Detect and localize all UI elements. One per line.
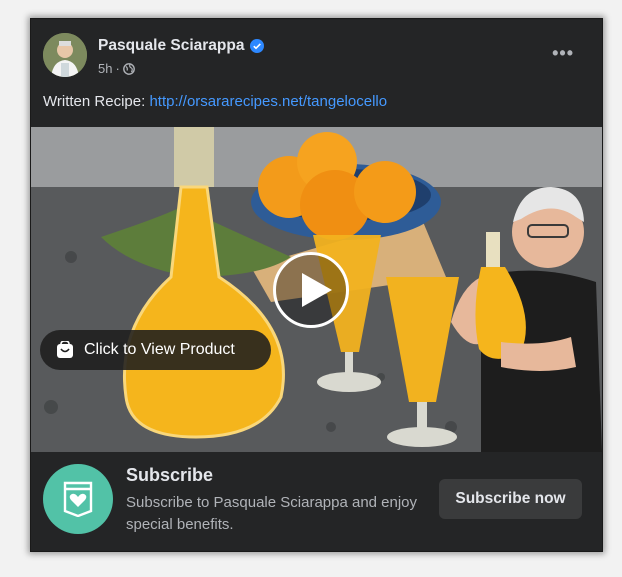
post-caption: Written Recipe: http://orsararecipes.net…: [43, 93, 387, 110]
view-product-button[interactable]: Click to View Product: [40, 330, 271, 370]
subscribe-icon-circle: [43, 464, 113, 534]
play-icon: [302, 273, 332, 307]
author-avatar[interactable]: [43, 33, 87, 77]
shopping-bag-icon: [57, 341, 73, 358]
verified-badge-icon: [250, 39, 265, 53]
author-name-row: Pasquale Sciarappa: [98, 37, 265, 55]
play-button[interactable]: [273, 252, 349, 328]
post-timestamp[interactable]: 5h: [98, 61, 112, 76]
view-product-label: Click to View Product: [84, 341, 235, 358]
recipe-link[interactable]: http://orsararecipes.net/tangelocello: [149, 93, 387, 110]
more-options-icon[interactable]: •••: [552, 43, 574, 64]
author-name[interactable]: Pasquale Sciarappa: [98, 37, 244, 55]
subscribe-heart-badge-icon: [63, 481, 93, 517]
caption-prefix: Written Recipe:: [43, 93, 150, 110]
subscribe-title: Subscribe: [126, 465, 214, 485]
post-card: Pasquale Sciarappa 5h · ••• Written Reci…: [30, 18, 603, 552]
post-header: Pasquale Sciarappa 5h · •••: [31, 19, 602, 89]
globe-icon[interactable]: [122, 62, 135, 75]
video-media[interactable]: Click to View Product: [31, 127, 602, 452]
subscribe-now-button[interactable]: Subscribe now: [439, 479, 582, 519]
subscribe-section: Subscribe Subscribe to Pasquale Sciarapp…: [31, 452, 602, 551]
meta-separator: ·: [115, 61, 120, 76]
post-meta: 5h ·: [98, 61, 135, 76]
subscribe-description: Subscribe to Pasquale Sciarappa and enjo…: [126, 494, 418, 533]
